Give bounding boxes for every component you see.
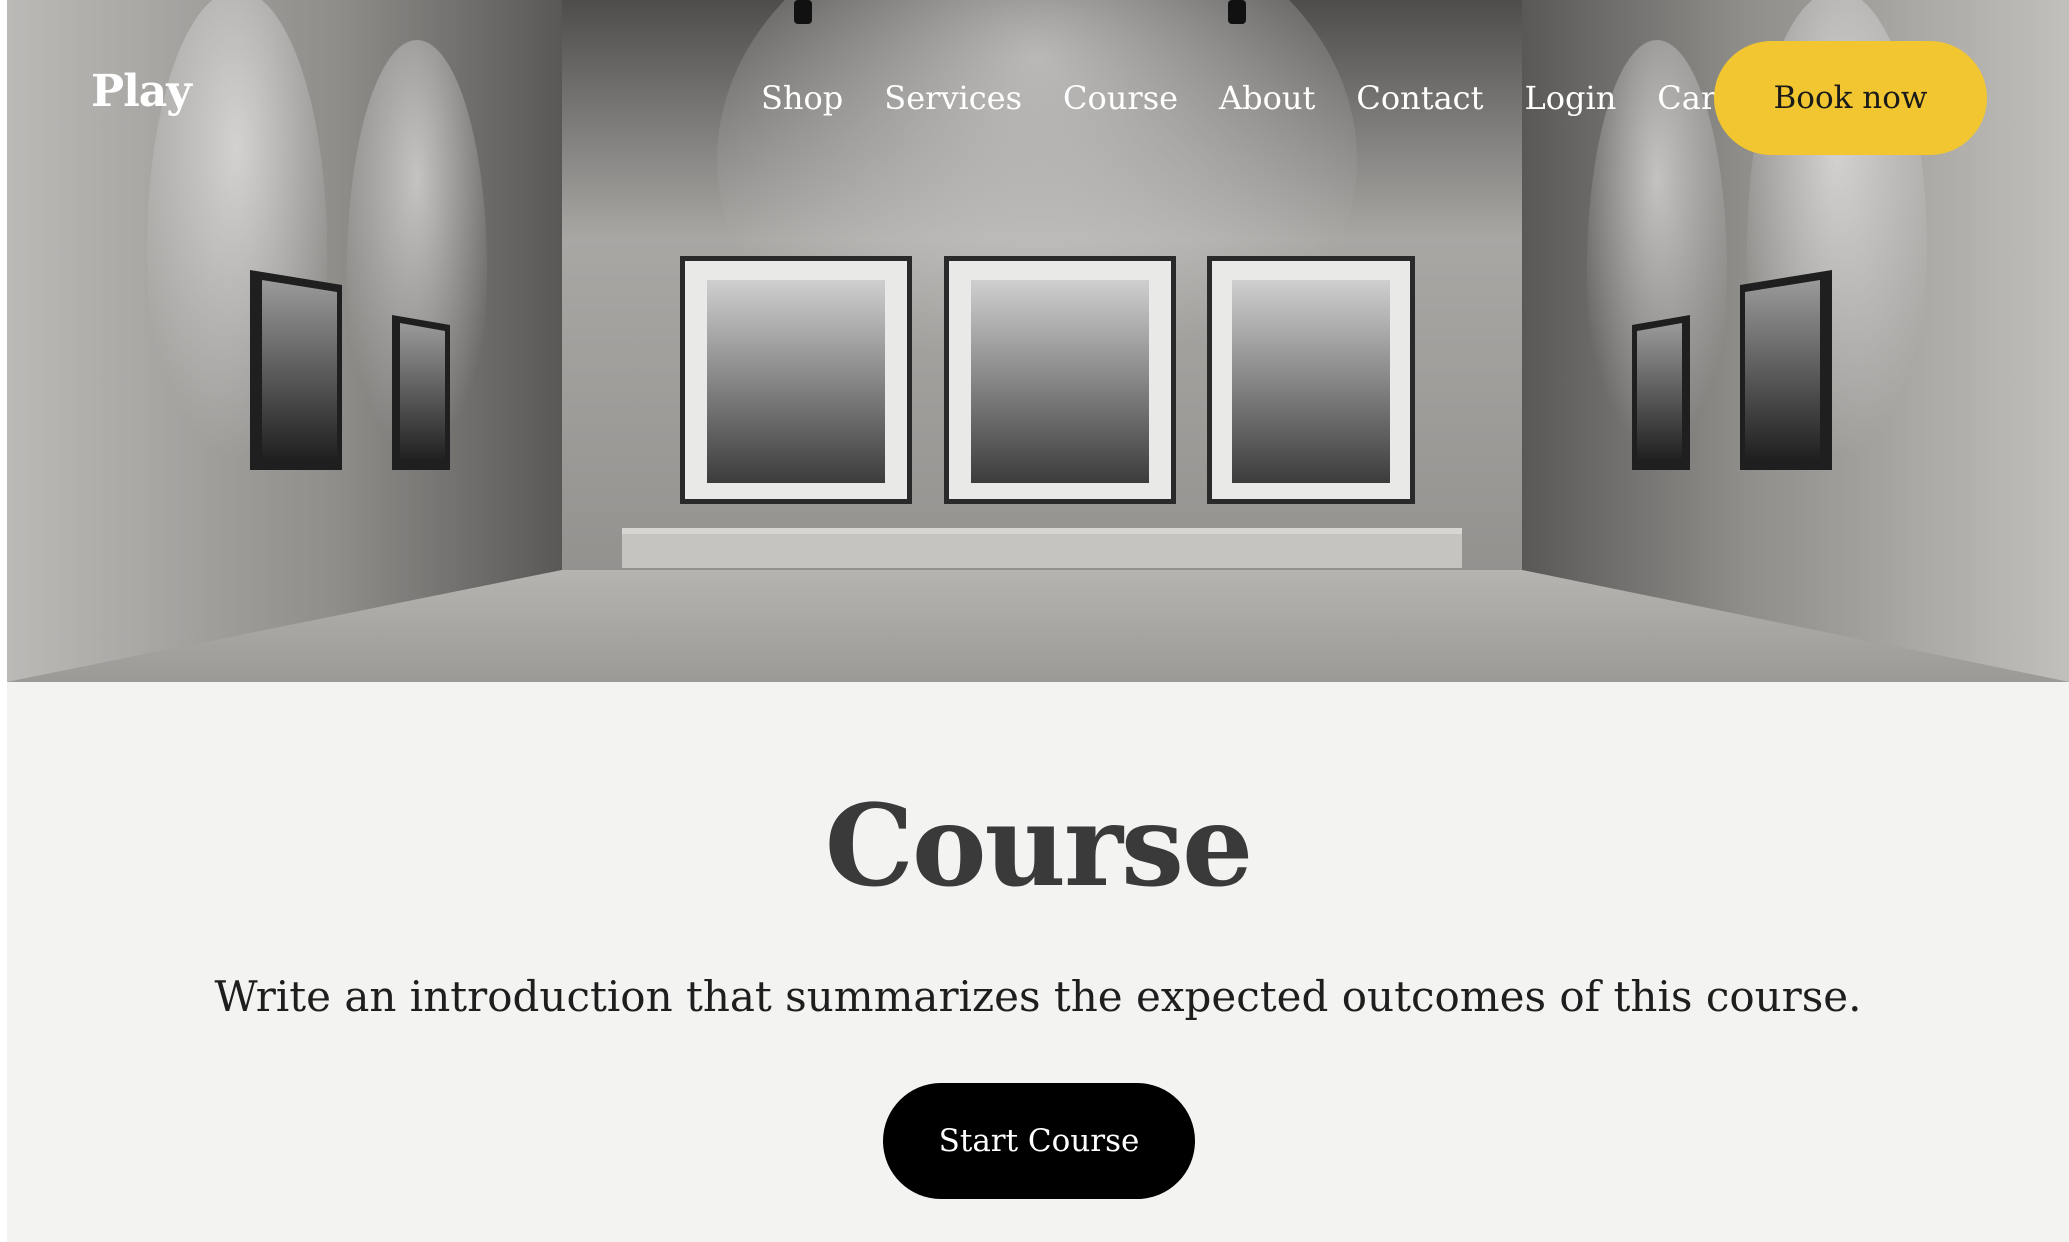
- course-section: Course Write an introduction that summar…: [7, 682, 2069, 1242]
- nav-services[interactable]: Services: [884, 74, 1022, 122]
- site-header: Play Shop Services Course About Contact …: [7, 0, 2069, 200]
- nav-login[interactable]: Login: [1524, 74, 1616, 122]
- nav-contact[interactable]: Contact: [1356, 74, 1483, 122]
- page: Play Shop Services Course About Contact …: [0, 0, 2069, 1242]
- nav-shop[interactable]: Shop: [761, 74, 843, 122]
- start-course-button[interactable]: Start Course: [883, 1083, 1195, 1199]
- course-intro-text: Write an introduction that summarizes th…: [214, 972, 1862, 1021]
- page-title: Course: [824, 781, 1254, 912]
- page-edge: [0, 0, 7, 1242]
- main-nav: Shop Services Course About Contact Login…: [761, 74, 1770, 122]
- site-logo[interactable]: Play: [91, 66, 192, 117]
- book-now-button[interactable]: Book now: [1714, 41, 1987, 155]
- nav-course[interactable]: Course: [1063, 74, 1178, 122]
- nav-about[interactable]: About: [1219, 74, 1315, 122]
